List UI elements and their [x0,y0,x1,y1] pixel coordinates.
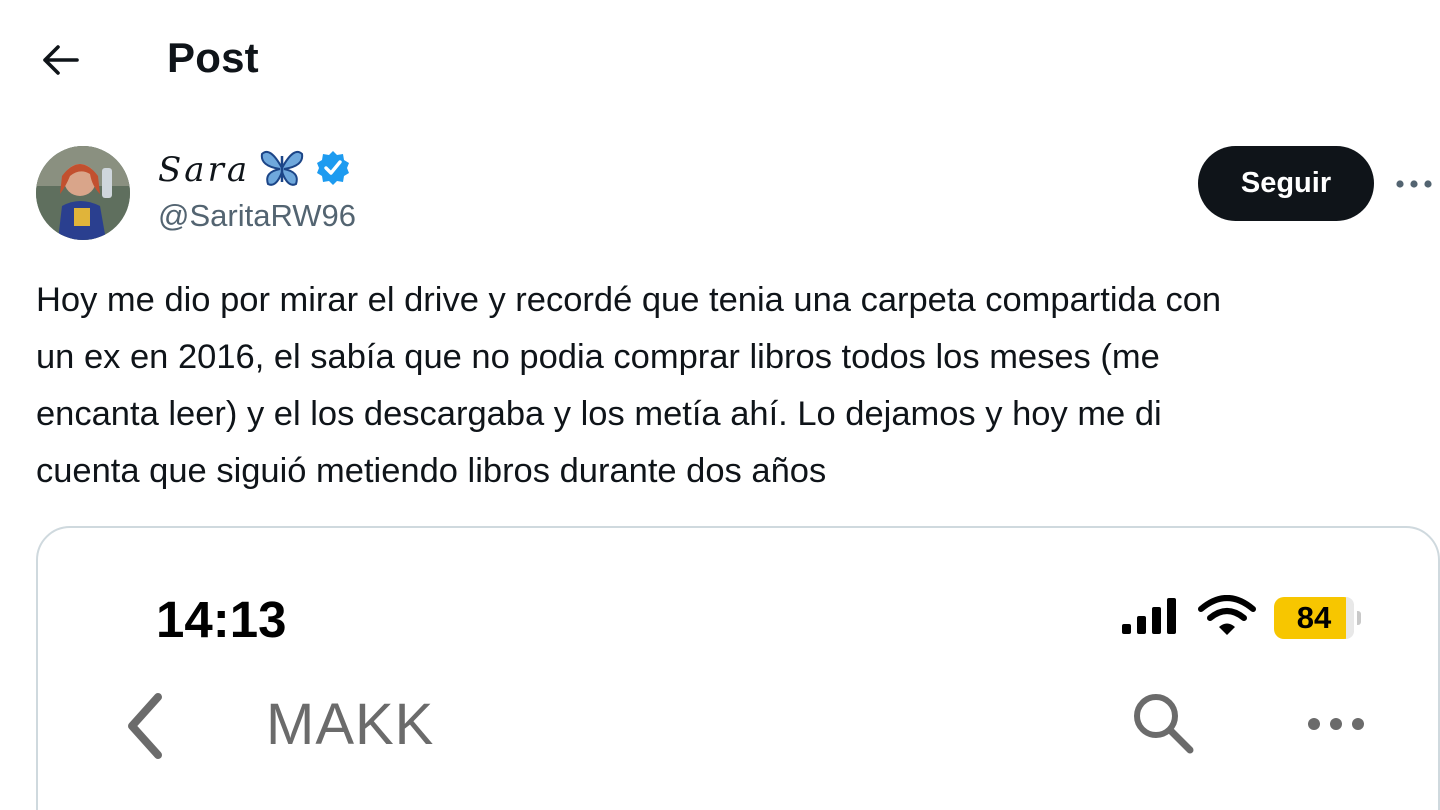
butterfly-icon [260,148,304,193]
status-bar-icons: 84 [1120,594,1361,642]
chevron-left-icon[interactable] [116,686,172,766]
post-page: Post Sara @SaritaRW96 Seguir Hoy me dio … [0,0,1440,810]
avatar[interactable] [36,146,130,240]
wifi-icon [1198,594,1256,642]
arrow-left-icon[interactable] [38,38,82,82]
battery-empty-segment [1346,597,1354,639]
author-display-name: Sara [158,150,251,190]
search-icon[interactable] [1128,688,1198,758]
page-title: Post [167,34,259,81]
more-horizontal-icon[interactable] [1304,704,1368,744]
more-horizontal-icon[interactable] [1392,164,1436,204]
tweet-media-image[interactable]: 14:13 84 MAKK [36,526,1440,810]
verified-badge-icon[interactable] [314,149,352,192]
author-handle[interactable]: @SaritaRW96 [158,196,356,236]
tweet-text: Hoy me dio por mirar el drive y recordé … [36,281,1222,490]
battery-indicator: 84 [1274,597,1361,639]
author-name[interactable]: Sara [158,146,352,194]
folder-title: MAKK [266,692,435,757]
post-header: Post [0,0,1440,115]
status-bar-time: 14:13 [156,591,287,648]
battery-level: 84 [1296,600,1332,635]
cellular-signal-icon [1120,596,1180,641]
follow-button[interactable]: Seguir [1198,146,1374,221]
